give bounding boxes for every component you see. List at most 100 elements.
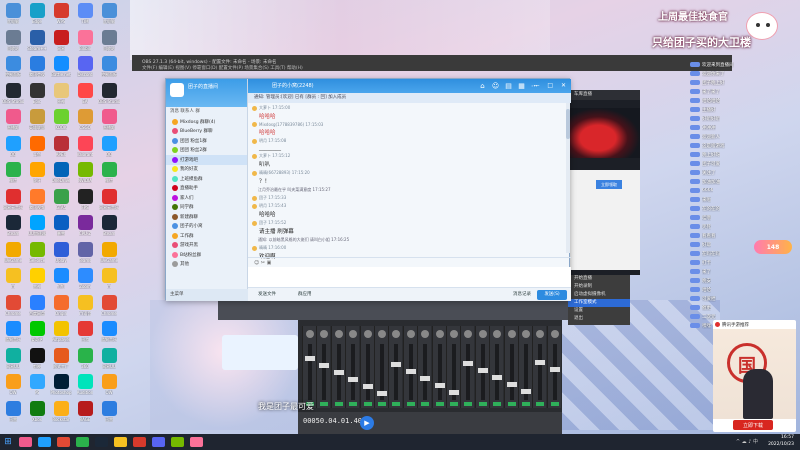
desktop-icon[interactable]: Valorant xyxy=(74,135,96,162)
desktop-icon[interactable]: Uplay xyxy=(50,241,72,268)
pan-knob[interactable] xyxy=(507,330,516,338)
pan-knob[interactable] xyxy=(522,330,530,338)
desktop-icon[interactable]: WPS xyxy=(50,2,72,29)
fader-cap[interactable] xyxy=(463,361,474,366)
desktop-icon[interactable]: 暴雪 xyxy=(50,214,72,241)
audio-mixer[interactable] xyxy=(298,320,562,412)
group-item[interactable]: 工作群 xyxy=(166,231,247,241)
desktop-icon[interactable]: 酷狗音乐 xyxy=(2,320,24,347)
desktop-icon[interactable]: 爱奇艺 xyxy=(26,320,48,347)
fader-cap[interactable] xyxy=(506,382,517,387)
desktop-icon[interactable]: 网易云音乐 xyxy=(2,188,24,215)
desktop-icon[interactable]: 钉钉 xyxy=(50,267,72,294)
fader-cap[interactable] xyxy=(348,377,359,382)
desktop-icon[interactable]: Bilibili xyxy=(74,29,96,56)
fader-cap[interactable] xyxy=(420,376,431,381)
pan-knob[interactable] xyxy=(464,330,473,338)
group-item[interactable]: 游戏开黑 xyxy=(166,241,247,251)
desktop-icon[interactable]: YY xyxy=(98,267,120,294)
desktop-icon[interactable]: 此电脑 xyxy=(2,2,24,29)
group-item[interactable]: 同学群 xyxy=(166,203,247,213)
desktop-icon[interactable]: GeForce xyxy=(26,241,48,268)
sender-avatar[interactable] xyxy=(252,220,257,226)
mixer-channel[interactable] xyxy=(503,326,518,408)
desktop-icon[interactable]: 控制面板 xyxy=(2,55,24,82)
home-icon[interactable]: ⌂ xyxy=(476,79,489,93)
chat-scrollbar[interactable] xyxy=(566,103,570,253)
desktop-icon[interactable]: 此电脑 xyxy=(98,2,120,29)
fader-cap[interactable] xyxy=(521,389,531,394)
fader-track[interactable] xyxy=(466,344,471,400)
desktop-icon[interactable]: OneDrive xyxy=(50,161,72,188)
taskbar-app-icon[interactable] xyxy=(19,437,32,447)
taskbar-app-icon[interactable] xyxy=(57,437,70,447)
group-item[interactable]: 家人们 xyxy=(166,193,247,203)
sender-avatar[interactable] xyxy=(252,245,257,251)
desktop-icon[interactable]: 360 xyxy=(74,347,96,374)
desktop-icon[interactable]: WeGame xyxy=(98,241,120,268)
pan-knob[interactable] xyxy=(349,330,358,338)
chat-message[interactable]: Mixdosg(1778839786) 17:15:03 哈哈哈 xyxy=(252,122,571,136)
desktop-icon[interactable]: 网易 xyxy=(50,29,72,56)
desktop-icon[interactable]: APEX xyxy=(50,135,72,162)
pan-knob[interactable] xyxy=(406,330,415,338)
send-file-button[interactable]: 发送文件 xyxy=(258,291,276,297)
desktop-icon[interactable]: Origin xyxy=(50,294,72,321)
preview-window[interactable]: 车库直播 立即领取 xyxy=(570,90,640,275)
desktop-icon[interactable]: 腾讯视频 xyxy=(26,188,48,215)
desktop-icon[interactable]: Steam xyxy=(98,214,120,241)
desktop-icon[interactable]: UU加速器 xyxy=(26,214,48,241)
fader-cap[interactable] xyxy=(377,391,387,396)
group-item[interactable]: BlueBerry 群聊 xyxy=(166,127,247,137)
mixer-channel[interactable] xyxy=(546,326,561,408)
fader-cap[interactable] xyxy=(362,384,373,389)
desktop-icon[interactable]: Battle.net xyxy=(50,55,72,82)
desktop-icon[interactable]: Chrome xyxy=(2,294,24,321)
desktop-icon[interactable]: YY xyxy=(2,267,24,294)
taskbar-app-icon[interactable] xyxy=(171,437,184,447)
mixer-channel[interactable] xyxy=(345,326,360,408)
fader-cap[interactable] xyxy=(319,363,330,368)
group-item[interactable]: 其他 xyxy=(166,260,247,270)
mixer-channel[interactable] xyxy=(402,326,417,408)
claim-button[interactable]: 立即领取 xyxy=(596,180,622,189)
pan-knob[interactable] xyxy=(536,330,545,338)
mixer-channel[interactable] xyxy=(431,326,446,408)
desktop-icon[interactable]: 回收站 xyxy=(98,29,120,56)
fader-track[interactable] xyxy=(394,344,399,400)
input-toolbar[interactable]: ☺ ✂ ▣ xyxy=(248,257,571,267)
mixer-channel[interactable] xyxy=(532,326,547,408)
desktop-icon[interactable]: 原神 xyxy=(50,82,72,109)
fader-cap[interactable] xyxy=(434,383,445,388)
desktop-icon[interactable]: Potplayer xyxy=(50,320,72,347)
desktop-icon[interactable]: QQ xyxy=(2,135,24,162)
folder-icon[interactable]: ▤ xyxy=(502,79,515,93)
desktop-icon[interactable]: 微信 xyxy=(98,161,120,188)
transport-bar[interactable]: 00050.04.01.40 ▶ xyxy=(298,412,562,434)
desktop-icon[interactable]: Epic xyxy=(26,82,48,109)
chat-message[interactable]: 晴晴(66728893) 17:15:20 ？！ xyxy=(252,170,571,185)
desktop-icon[interactable]: 网易云音乐 xyxy=(98,188,120,215)
user-icon[interactable]: ☺ xyxy=(489,79,502,93)
mixer-channel[interactable] xyxy=(388,326,403,408)
desktop-icon[interactable]: 英雄联盟 xyxy=(26,108,48,135)
group-item[interactable]: 打游戏吧 xyxy=(166,155,247,165)
group-item[interactable]: 团子的小窝 xyxy=(166,222,247,232)
fader-cap[interactable] xyxy=(492,375,503,380)
desktop-icon[interactable]: 直播姬 xyxy=(98,108,120,135)
sender-avatar[interactable] xyxy=(252,170,257,176)
taskbar-app-icon[interactable] xyxy=(152,437,165,447)
pan-knob[interactable] xyxy=(421,330,430,338)
desktop-icon[interactable]: 网易UU xyxy=(98,347,120,374)
desktop-icon[interactable]: Zoom xyxy=(74,267,96,294)
window-controls-icon[interactable]: — □ ✕ xyxy=(533,79,569,93)
sender-avatar[interactable] xyxy=(252,195,257,201)
desktop-icon[interactable]: OBS Studio xyxy=(98,82,120,109)
pan-knob[interactable] xyxy=(363,330,372,338)
fader-track[interactable] xyxy=(423,344,428,400)
desktop-icon[interactable]: PS xyxy=(26,373,48,400)
desktop-icon[interactable]: EA xyxy=(74,82,96,109)
chat-message[interactable]: 大萝卜 17:15:00 哈哈哈 xyxy=(252,105,571,120)
desktop-icon[interactable]: Audition xyxy=(74,373,96,400)
fader-track[interactable] xyxy=(552,344,557,400)
